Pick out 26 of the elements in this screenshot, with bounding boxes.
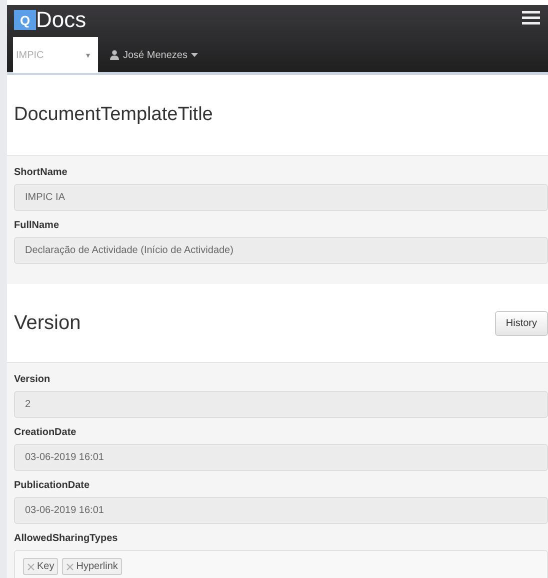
- field-label: PublicationDate: [14, 480, 91, 491]
- logo-text[interactable]: Docs: [36, 9, 86, 31]
- tag[interactable]: Hyperlink: [62, 558, 122, 575]
- menu-icon[interactable]: [522, 11, 540, 25]
- organization-select[interactable]: IMPIC ▾: [13, 37, 98, 73]
- user-menu[interactable]: José Menezes: [110, 50, 198, 60]
- input-field[interactable]: 03-06-2019 16:01: [14, 497, 548, 524]
- section-title: DocumentTemplateTitle: [14, 104, 213, 126]
- remove-icon[interactable]: [27, 562, 35, 570]
- input-field[interactable]: IMPIC IA: [14, 184, 548, 211]
- history-button[interactable]: History: [494, 310, 548, 336]
- field-label: Version: [14, 374, 52, 385]
- field-label: FullName: [14, 220, 60, 231]
- remove-icon[interactable]: [66, 562, 74, 570]
- input-field[interactable]: 2: [14, 391, 548, 418]
- input-field[interactable]: 03-06-2019 16:01: [14, 444, 548, 471]
- logo-mark[interactable]: Q: [14, 10, 36, 30]
- field-label: AllowedSharingTypes: [14, 533, 119, 544]
- tag[interactable]: Key: [23, 558, 58, 575]
- section-title: Version: [14, 312, 81, 334]
- field-label: ShortName: [14, 167, 68, 178]
- user-icon: [110, 50, 119, 60]
- tags-field[interactable]: Key Hyperlink: [14, 550, 548, 578]
- caret-icon: [191, 53, 198, 57]
- field-label: CreationDate: [14, 427, 78, 438]
- input-field[interactable]: Declaração de Actividade (Início de Actividade): [14, 237, 548, 264]
